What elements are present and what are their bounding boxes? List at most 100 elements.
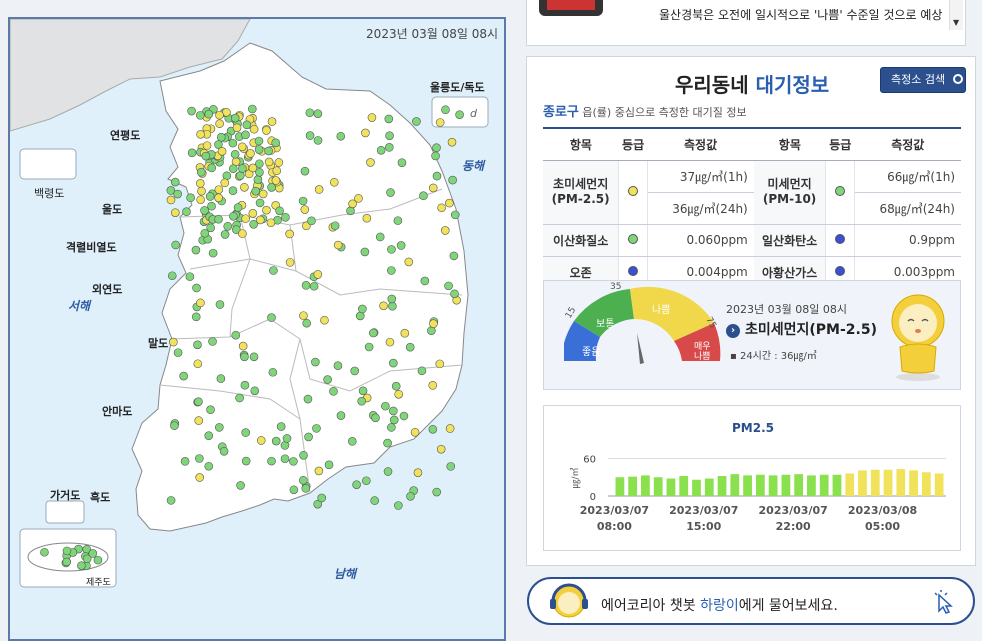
station-marker[interactable] (406, 492, 415, 501)
pm10-label[interactable]: 미세먼지 (PM-10) (753, 160, 826, 225)
station-marker[interactable] (275, 206, 284, 216)
station-marker[interactable] (389, 415, 399, 425)
station-marker[interactable] (282, 434, 292, 443)
station-marker[interactable] (240, 182, 249, 192)
station-marker[interactable] (446, 462, 456, 471)
station-marker[interactable] (215, 119, 224, 128)
station-marker[interactable] (436, 444, 446, 454)
station-marker[interactable] (313, 109, 323, 118)
station-marker[interactable] (241, 456, 251, 466)
station-marker[interactable] (364, 342, 374, 352)
station-marker[interactable] (435, 118, 445, 127)
station-marker[interactable] (170, 421, 179, 430)
station-marker[interactable] (195, 473, 204, 482)
station-marker[interactable] (187, 106, 196, 116)
station-marker[interactable] (262, 126, 271, 135)
station-marker[interactable] (304, 432, 313, 442)
chatbot-banner[interactable]: 에어코리아 챗봇 하랑이에게 물어보세요. (527, 577, 975, 625)
station-marker[interactable] (428, 425, 438, 434)
station-marker[interactable] (208, 248, 218, 258)
station-marker[interactable] (445, 424, 455, 433)
station-marker[interactable] (285, 229, 294, 239)
station-marker[interactable] (305, 108, 315, 118)
station-marker[interactable] (447, 137, 457, 147)
station-marker[interactable] (323, 375, 332, 384)
station-marker[interactable] (309, 281, 319, 291)
station-marker[interactable] (196, 167, 206, 177)
station-marker[interactable] (214, 214, 223, 224)
station-marker[interactable] (312, 424, 321, 433)
station-marker[interactable] (238, 164, 247, 173)
station-marker[interactable] (350, 366, 360, 376)
scroll-down-icon[interactable]: ▼ (953, 18, 959, 27)
station-marker[interactable] (241, 214, 250, 223)
station-marker[interactable] (369, 328, 378, 338)
station-marker[interactable] (387, 245, 396, 254)
station-marker[interactable] (222, 171, 232, 181)
station-marker[interactable] (216, 374, 226, 383)
station-marker[interactable] (248, 209, 258, 218)
station-marker[interactable] (375, 232, 385, 242)
station-marker[interactable] (330, 221, 340, 231)
station-marker[interactable] (389, 406, 398, 416)
station-marker[interactable] (258, 189, 268, 199)
station-marker[interactable] (320, 315, 329, 325)
station-marker[interactable] (370, 496, 379, 505)
station-marker[interactable] (305, 131, 315, 140)
station-marker[interactable] (251, 186, 261, 196)
station-marker[interactable] (449, 251, 459, 261)
station-marker[interactable] (419, 191, 428, 200)
station-marker[interactable] (241, 428, 250, 437)
station-marker[interactable] (314, 185, 324, 194)
station-marker[interactable] (236, 481, 245, 490)
station-marker[interactable] (397, 158, 407, 167)
station-marker[interactable] (280, 454, 290, 464)
station-marker[interactable] (314, 466, 324, 476)
station-marker[interactable] (276, 422, 286, 431)
station-marker[interactable] (240, 380, 250, 390)
station-marker[interactable] (206, 405, 215, 415)
station-marker[interactable] (254, 136, 264, 146)
station-marker[interactable] (387, 294, 397, 304)
station-marker[interactable] (267, 117, 277, 126)
station-marker[interactable] (228, 164, 238, 174)
station-marker[interactable] (384, 114, 394, 124)
station-marker[interactable] (329, 177, 339, 187)
station-marker[interactable] (437, 203, 446, 213)
station-marker[interactable] (383, 467, 393, 476)
station-marker[interactable] (267, 183, 276, 192)
station-marker[interactable] (40, 547, 49, 557)
no2-label[interactable]: 이산화질소 (543, 224, 619, 257)
station-marker[interactable] (238, 229, 247, 238)
station-marker[interactable] (235, 393, 244, 403)
station-marker[interactable] (272, 166, 282, 176)
station-marker[interactable] (301, 281, 311, 290)
station-marker[interactable] (405, 342, 415, 352)
station-marker[interactable] (394, 501, 403, 510)
station-marker[interactable] (271, 176, 281, 185)
station-marker[interactable] (223, 221, 233, 231)
station-marker[interactable] (201, 151, 211, 161)
station-marker[interactable] (267, 313, 276, 322)
station-marker[interactable] (169, 337, 178, 347)
station-marker[interactable] (303, 394, 313, 404)
station-marker[interactable] (362, 213, 372, 223)
station-marker[interactable] (271, 138, 280, 148)
station-marker[interactable] (231, 330, 241, 340)
station-marker[interactable] (207, 163, 217, 173)
station-marker[interactable] (62, 557, 72, 567)
station-marker[interactable] (432, 143, 441, 152)
station-marker[interactable] (195, 454, 204, 463)
station-marker[interactable] (62, 546, 72, 556)
station-marker[interactable] (388, 301, 397, 311)
station-marker[interactable] (432, 487, 442, 497)
station-marker[interactable] (428, 183, 438, 193)
station-marker[interactable] (361, 476, 371, 486)
station-marker[interactable] (256, 436, 266, 445)
station-marker[interactable] (216, 132, 226, 142)
station-marker[interactable] (254, 145, 264, 154)
station-marker[interactable] (417, 366, 427, 376)
station-marker[interactable] (448, 175, 457, 185)
station-marker[interactable] (268, 367, 278, 377)
co-label[interactable]: 일산화탄소 (753, 224, 826, 257)
